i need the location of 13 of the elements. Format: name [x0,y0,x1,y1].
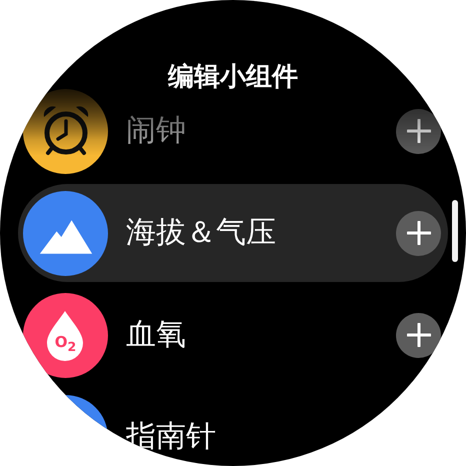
scrollbar [452,200,458,262]
plus-icon [406,119,430,143]
o2-label: O$_{2}$ [54,332,76,356]
screen-title: 编辑小组件 [168,62,298,92]
blood-drop-icon [45,308,85,360]
widget-name: 血氧 [126,316,187,354]
add-button[interactable] [396,108,441,154]
plus-icon [406,221,430,245]
widget-row-highlight[interactable]: 海拔＆气压 [18,184,448,282]
add-button[interactable] [396,210,441,256]
widget-name: 海拔＆气压 [126,214,277,252]
widget-name: 闹钟 [126,112,187,150]
plus-icon [406,323,430,347]
